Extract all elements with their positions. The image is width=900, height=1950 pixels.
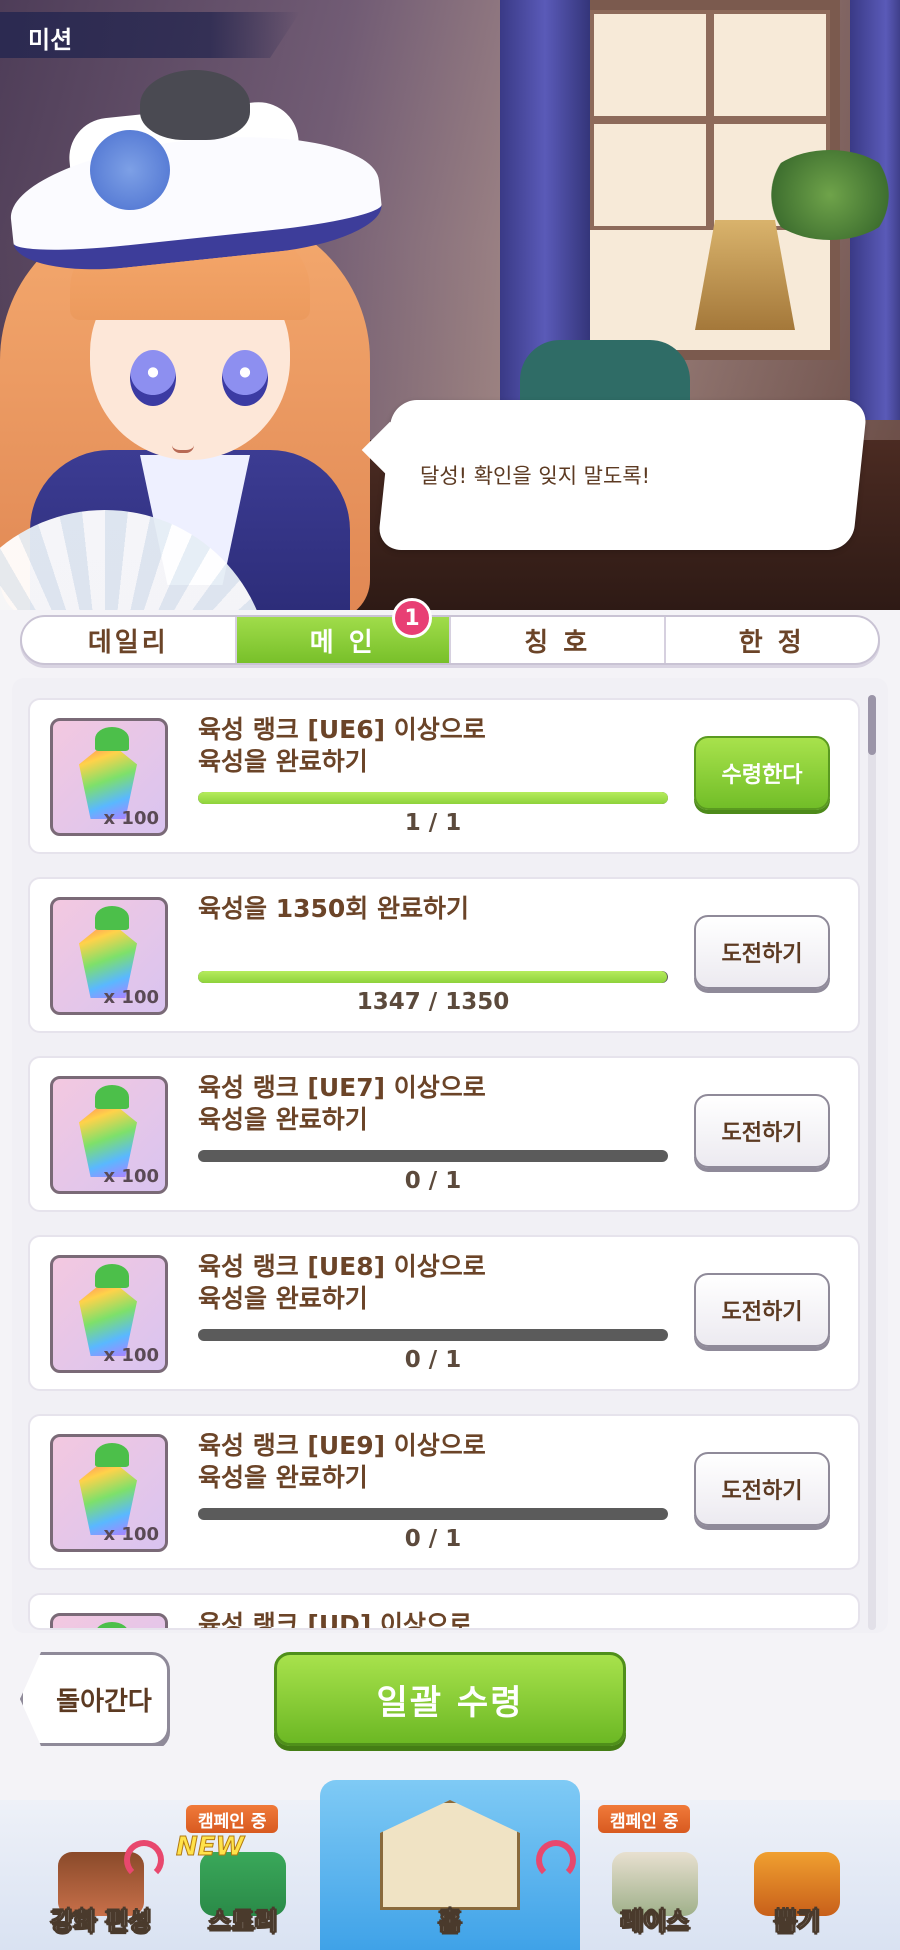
mission-card: x 100 육성을 1350회 완료하기 1347 / 1350 도전하기 — [28, 877, 860, 1033]
tab-daily[interactable]: 데일리 — [22, 617, 237, 663]
window-pane — [710, 10, 830, 120]
refresh-icon — [536, 1840, 576, 1880]
progress-bar-fill — [198, 971, 667, 983]
progress-bar — [198, 1150, 668, 1162]
screen-title: 미션 — [0, 12, 300, 58]
progress-bar — [198, 971, 668, 983]
progress-bar — [198, 1508, 668, 1520]
leaf-icon — [95, 1264, 129, 1288]
progress-text: 0 / 1 — [404, 1347, 462, 1373]
mission-tabs: 데일리 메 인 칭 호 한 정 — [20, 615, 880, 665]
mission-title: 육성 랭크 [UE8] 이상으로 육성을 완료하기 — [198, 1252, 486, 1313]
mission-title: 육성 랭크 [UE7] 이상으로 육성을 완료하기 — [198, 1073, 486, 1134]
character-eye-left — [130, 350, 176, 406]
leaf-icon — [95, 727, 129, 751]
reward-item-icon[interactable]: x 100 — [50, 718, 168, 836]
challenge-button[interactable]: 도전하기 — [694, 915, 830, 989]
mission-card: x 100 육성 랭크 [UE6] 이상으로 육성을 완료하기 1 / 1 수령한다 — [28, 698, 860, 854]
mission-title: 육성 랭크 [UE6] 이상으로 육성을 완료하기 — [198, 715, 486, 776]
claim-button[interactable]: 수령한다 — [694, 736, 830, 810]
progress-text: 1347 / 1350 — [356, 989, 510, 1015]
tab-limited[interactable]: 한 정 — [666, 617, 879, 663]
progress-text: 0 / 1 — [404, 1168, 462, 1194]
nav-label: 홈 — [438, 1907, 462, 1937]
reward-quantity: x 100 — [103, 1166, 159, 1187]
refresh-icon — [124, 1840, 164, 1880]
mission-title: 육성 랭크 [UE9] 이상으로 육성을 완료하기 — [198, 1431, 486, 1492]
character-eye-right — [222, 350, 268, 406]
mission-card: x 100 육성 랭크 [UE8] 이상으로 육성을 완료하기 0 / 1 도전하기 — [28, 1235, 860, 1391]
reward-item-icon[interactable]: x 100 — [50, 1255, 168, 1373]
scrollbar-track[interactable] — [868, 695, 876, 1630]
reward-quantity: x 100 — [103, 1524, 159, 1545]
progress-bar — [198, 792, 668, 804]
challenge-button[interactable]: 도전하기 — [694, 1094, 830, 1168]
window-pane — [590, 120, 710, 230]
mission-title: 육성 랭크 [UD] 이상으로 — [198, 1610, 473, 1630]
progress-bar-fill — [198, 792, 668, 804]
progress-text: 0 / 1 — [404, 1526, 462, 1552]
back-button[interactable]: 돌아간다 — [20, 1652, 170, 1746]
challenge-button[interactable]: 도전하기 — [694, 1452, 830, 1526]
campaign-tag: 캠페인 중 — [186, 1805, 279, 1833]
progress-bar — [198, 1329, 668, 1341]
mission-card: x 100 육성 랭크 [UE9] 이상으로 육성을 완료하기 0 / 1 도전하기 — [28, 1414, 860, 1570]
reward-quantity: x 100 — [103, 1345, 159, 1366]
screen-title-text: 미션 — [28, 26, 73, 54]
challenge-button[interactable]: 도전하기 — [694, 1273, 830, 1347]
character-portrait — [0, 60, 420, 610]
nav-label: 레이스 — [620, 1907, 690, 1937]
plant — [760, 150, 900, 240]
reward-item-icon[interactable] — [50, 1613, 168, 1628]
reward-item-icon[interactable]: x 100 — [50, 1434, 168, 1552]
progress-text: 1 / 1 — [404, 810, 462, 836]
reward-quantity: x 100 — [103, 808, 159, 829]
bulk-claim-button[interactable]: 일괄 수령 — [274, 1652, 626, 1746]
leaf-icon — [95, 1443, 129, 1467]
nav-label: 뽑기 — [773, 1907, 820, 1937]
speech-text: 달성! 확인을 잊지 말도록! — [420, 464, 651, 488]
scrollbar-thumb[interactable] — [868, 695, 876, 755]
new-tag: NEW — [175, 1832, 245, 1863]
nav-item-gacha[interactable]: 뽑기 — [722, 1848, 872, 1938]
window-pane — [590, 10, 710, 120]
mission-card: 육성 랭크 [UD] 이상으로 — [28, 1593, 860, 1630]
nav-label: 스토리 — [208, 1907, 278, 1937]
reward-quantity: x 100 — [103, 987, 159, 1008]
leaf-icon — [95, 906, 129, 930]
leaf-icon — [95, 1085, 129, 1109]
campaign-tag: 캠페인 중 — [598, 1805, 691, 1833]
nav-item-home[interactable]: 홈 — [375, 1848, 525, 1938]
reward-item-icon[interactable]: x 100 — [50, 897, 168, 1015]
nav-label: 강화 편성 — [50, 1907, 152, 1937]
mission-title: 육성을 1350회 완료하기 — [198, 894, 469, 923]
tab-title[interactable]: 칭 호 — [451, 617, 666, 663]
leaf-icon — [95, 1622, 129, 1628]
nav-item-race[interactable]: 레이스 — [580, 1848, 730, 1938]
mission-card: x 100 육성 랭크 [UE7] 이상으로 육성을 완료하기 0 / 1 도전하기 — [28, 1056, 860, 1212]
cat-icon — [140, 70, 250, 140]
rose-icon — [90, 130, 170, 210]
reward-item-icon[interactable]: x 100 — [50, 1076, 168, 1194]
tab-main-badge: 1 — [392, 598, 432, 638]
